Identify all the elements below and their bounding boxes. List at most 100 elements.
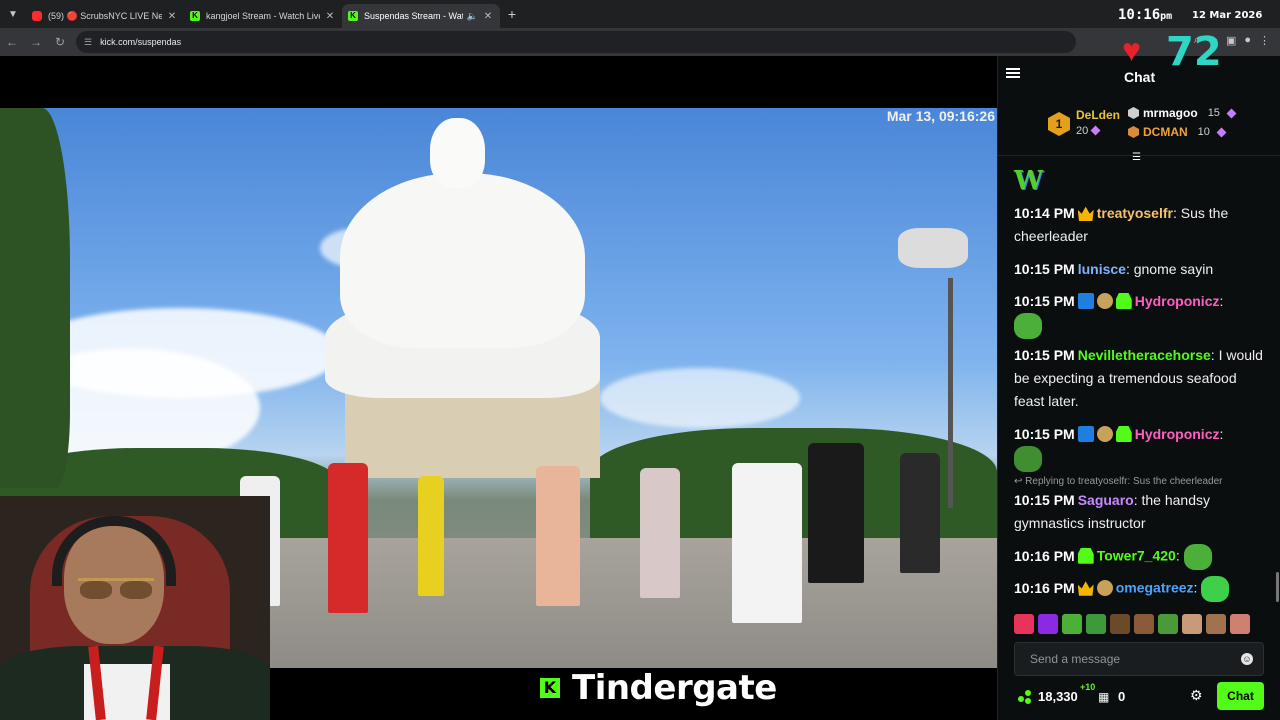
message-username[interactable]: Nevilletheracehorse (1078, 347, 1211, 363)
message-username[interactable]: Hydroponicz (1135, 293, 1220, 309)
chat-panel: ♥ 72 Chat 1 DeLden 20 mrmagoo 15 DCMAN 1… (997, 32, 1280, 720)
tab-title: kangjoel Stream - Watch Live o (206, 11, 320, 21)
store-icon[interactable]: ▦ (1098, 690, 1109, 704)
gift-leaderboard: 1 DeLden 20 mrmagoo 15 DCMAN 10 (998, 98, 1280, 156)
message-username[interactable]: lunisce (1078, 261, 1126, 277)
streamer-webcam (0, 496, 270, 720)
chat-message: 10:16 PM Tower7_420: (1014, 544, 1264, 570)
profile-icon[interactable]: ● (1244, 34, 1251, 47)
gear-icon[interactable]: ⚙ (1190, 687, 1203, 704)
brand-text: Tindergate (572, 668, 777, 708)
chat-title: Chat (1124, 69, 1156, 85)
chat-message: 10:15 PM Hydroponicz: (1014, 423, 1264, 472)
leader-2-points: 15 (1207, 107, 1220, 119)
send-chat-button[interactable]: Chat (1217, 682, 1264, 710)
points-delta: +10 (1080, 682, 1096, 692)
avatar-badge-icon (1096, 579, 1113, 596)
message-username[interactable]: omegatreez (1116, 580, 1194, 596)
site-settings-icon[interactable]: ☰ (84, 37, 92, 48)
reload-icon[interactable]: ↻ (48, 35, 72, 49)
tab-search-chevron-icon[interactable]: ▼ (0, 0, 26, 28)
buddha-statue (340, 173, 585, 348)
message-username[interactable]: Saguaro (1078, 492, 1134, 508)
w-emote-icon[interactable] (1038, 614, 1058, 634)
back-arrow-icon[interactable]: ← (0, 35, 24, 49)
system-date: 12 Mar 2026 (1192, 10, 1263, 21)
youtube-icon (32, 11, 42, 21)
tab-close-icon[interactable]: ✕ (324, 11, 336, 22)
pepe-emote-icon[interactable] (1062, 614, 1082, 634)
tab-scrubsnyc[interactable]: (59) 🔴 ScrubsNYC LIVE New Y ✕ (26, 4, 184, 28)
subscriber-badge-icon (1115, 293, 1132, 309)
new-tab-button[interactable]: + (500, 6, 524, 22)
more-menu-icon[interactable]: ⋮ (1259, 34, 1270, 47)
rank-2-badge-icon (1128, 107, 1139, 119)
forward-arrow-icon[interactable]: → (24, 35, 48, 49)
leader-1-name[interactable]: DeLden (1076, 108, 1120, 122)
message-time: 10:16 PM (1014, 579, 1075, 596)
pepe-emote-icon (1183, 544, 1212, 570)
person (900, 453, 940, 573)
rank-3-badge-icon (1128, 126, 1139, 138)
emote-icon[interactable] (1230, 614, 1250, 634)
browser-tab-bar: ▼ (59) 🔴 ScrubsNYC LIVE New Y ✕ K kangjo… (0, 0, 1280, 28)
tab-close-icon[interactable]: ✕ (482, 11, 494, 22)
channel-points-icon[interactable] (1018, 690, 1032, 704)
kick-logo-icon: K (540, 678, 560, 698)
person (418, 476, 444, 596)
extensions-icon[interactable]: ▣ (1226, 34, 1236, 47)
buddha-head (430, 118, 485, 188)
leader-3[interactable]: DCMAN 10 (1128, 125, 1227, 139)
reply-context[interactable]: ↩ Replying to treatyoselfr: Sus the chee… (1014, 476, 1223, 487)
pinned-collapse-icon[interactable]: ☰ (1132, 152, 1141, 163)
crown-badge-icon (1077, 206, 1094, 221)
crown-badge-icon (1077, 581, 1094, 596)
person (640, 468, 680, 598)
avatar-badge-icon (1096, 293, 1113, 309)
kick-icon: K (348, 11, 358, 21)
message-username[interactable]: Hydroponicz (1135, 426, 1220, 442)
stream-brand-overlay: K Tindergate (540, 668, 777, 708)
speaker-icon[interactable]: 🔈 (467, 11, 478, 22)
chat-message-input[interactable]: Send a message ☺ (1014, 642, 1264, 676)
collapse-chat-icon[interactable] (1006, 68, 1020, 78)
angel-emote-icon (1201, 576, 1230, 602)
channel-points-value: 18,330 (1038, 689, 1078, 704)
cloud (600, 368, 800, 428)
pepe-emote-icon[interactable] (1086, 614, 1106, 634)
message-time: 10:16 PM (1014, 547, 1075, 564)
emote-icon[interactable] (1110, 614, 1130, 634)
message-time: 10:15 PM (1014, 492, 1075, 508)
url-text: kick.com/suspendas (100, 37, 182, 47)
tinder-emote-icon[interactable] (1014, 614, 1034, 634)
emote-icon[interactable] (1134, 614, 1154, 634)
video-player[interactable]: Mar 13, 09:16:26 K Tindergate (0, 56, 997, 720)
emote-icon[interactable] (1158, 614, 1178, 634)
person (732, 463, 802, 623)
chat-message: 10:16 PM omegatreez: (1014, 576, 1264, 602)
tab-kangjoel[interactable]: K kangjoel Stream - Watch Live o ✕ (184, 4, 342, 28)
leader-3-points: 10 (1197, 126, 1210, 138)
address-bar: ← → ↻ ☰ kick.com/suspendas ⌕ ☆ ▣ ● ⋮ (0, 28, 1280, 56)
clock-suffix: pm (1160, 11, 1173, 22)
message-username[interactable]: Tower7_420 (1097, 548, 1176, 564)
leader-2[interactable]: mrmagoo 15 (1128, 106, 1237, 120)
message-username[interactable]: treatyoselfr (1097, 205, 1173, 221)
message-time: 10:15 PM (1014, 261, 1075, 277)
chat-message: 10:15 PM Nevilletheracehorse: I would be … (1014, 347, 1263, 409)
tab-suspendas[interactable]: K Suspendas Stream - Watch 🔈 ✕ (342, 4, 500, 28)
url-input[interactable]: ☰ kick.com/suspendas (76, 31, 1076, 53)
tab-title: Suspendas Stream - Watch (364, 11, 463, 21)
chat-scrollbar[interactable] (1276, 572, 1279, 602)
emote-icon[interactable] (1206, 614, 1226, 634)
chat-messages: W 10:14 PM treatyoselfr: Sus the cheerlea… (998, 164, 1280, 614)
lamp-post (948, 278, 953, 508)
chat-message: 10:14 PM treatyoselfr: Sus the cheerleade… (1014, 205, 1229, 244)
emoji-picker-icon[interactable]: ☺ (1241, 653, 1253, 665)
emote-icon[interactable] (1182, 614, 1202, 634)
tab-close-icon[interactable]: ✕ (166, 11, 178, 22)
message-text: gnome sayin (1133, 261, 1214, 277)
chat-header: ♥ 72 Chat (998, 32, 1280, 96)
message-time: 10:15 PM (1014, 347, 1075, 363)
heart-icon: ♥ (1122, 32, 1141, 68)
